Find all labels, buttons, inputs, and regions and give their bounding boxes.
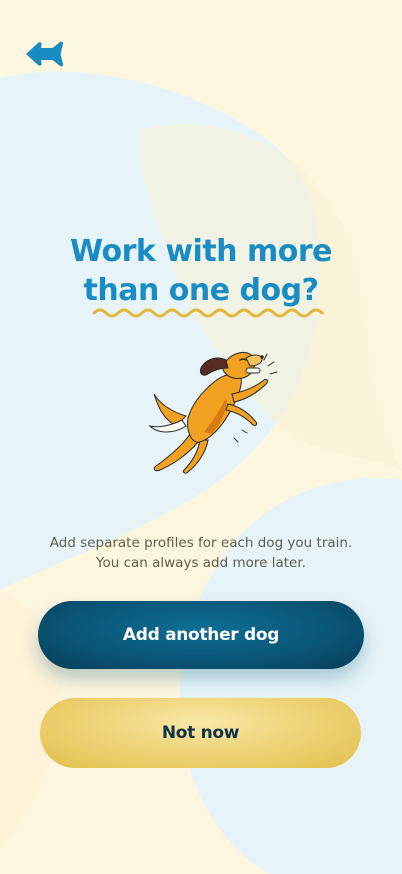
wavy-underline <box>92 308 324 318</box>
not-now-button[interactable]: Not now <box>40 698 361 768</box>
back-button[interactable] <box>22 36 68 72</box>
add-another-dog-button[interactable]: Add another dog <box>38 601 364 669</box>
jumping-dog-illustration <box>148 351 278 474</box>
page-title-line-1: Work with more <box>70 234 332 269</box>
description-line-2: You can always add more later. <box>96 555 306 571</box>
description: Add separate profiles for each dog you t… <box>20 533 382 573</box>
add-another-dog-label: Add another dog <box>122 625 280 645</box>
fish-back-icon <box>26 41 64 67</box>
page-title: Work with more than one dog? <box>0 232 402 310</box>
page-title-line-2: than one dog? <box>83 273 319 308</box>
description-line-1: Add separate profiles for each dog you t… <box>49 535 353 551</box>
not-now-label: Not now <box>161 723 240 743</box>
